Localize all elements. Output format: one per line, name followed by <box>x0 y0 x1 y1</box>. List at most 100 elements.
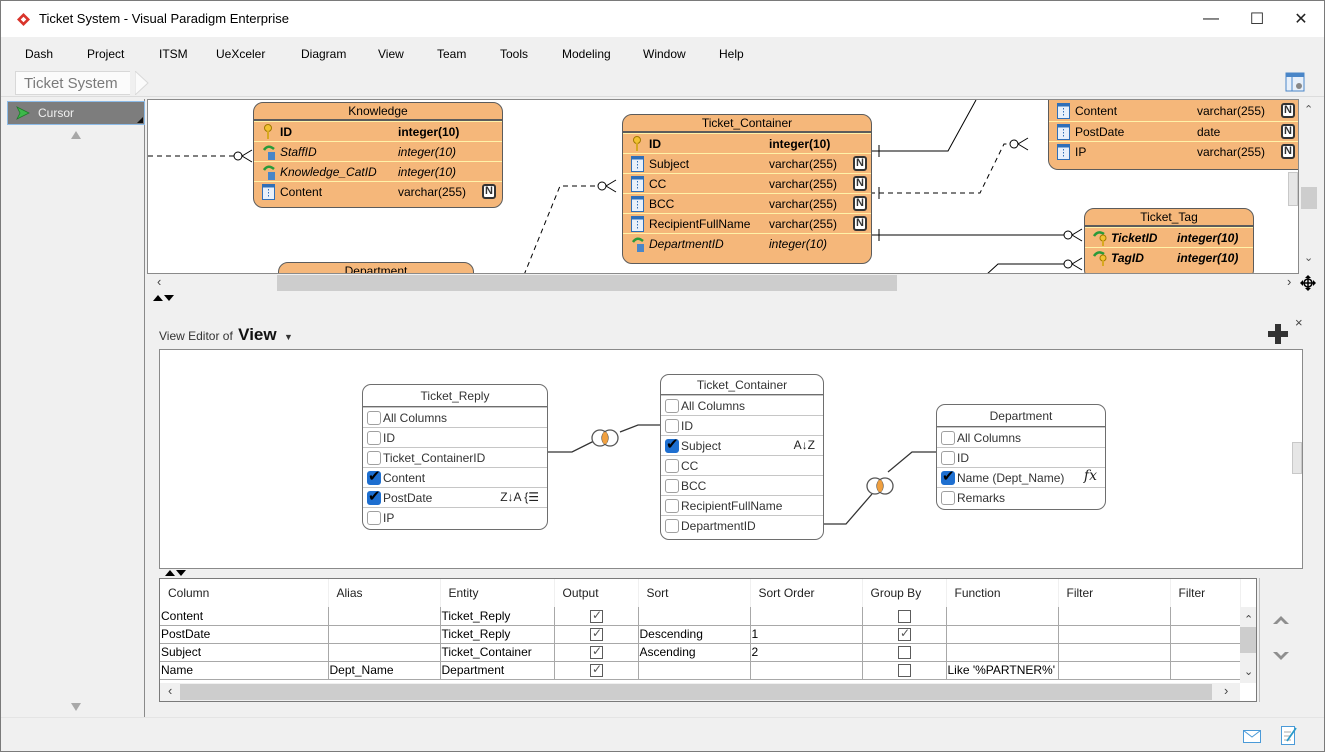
cell-function[interactable] <box>946 607 1059 626</box>
view-column-row[interactable]: All Columns <box>937 427 1105 447</box>
cell-entity[interactable]: Ticket_Container <box>440 643 555 662</box>
cell-function[interactable] <box>946 625 1059 644</box>
column-checkbox-checked[interactable] <box>665 435 679 453</box>
menu-uexceler[interactable]: UeXceler <box>216 47 265 61</box>
table-row[interactable]: Name Dept_Name Department Like '%PARTNER… <box>160 661 1241 680</box>
cell-filter[interactable] <box>1170 607 1241 626</box>
cell-filter[interactable] <box>1170 661 1241 680</box>
splitter-toggle-icon[interactable] <box>165 569 189 577</box>
cell-entity[interactable]: Ticket_Reply <box>440 607 555 626</box>
output-checkbox-checked[interactable] <box>590 626 603 642</box>
cell-filter[interactable] <box>1170 643 1241 662</box>
function-icon[interactable]: fx <box>1084 468 1097 484</box>
cell-entity[interactable]: Ticket_Reply <box>440 625 555 644</box>
view-column-row[interactable]: Content <box>363 467 547 487</box>
cell-group-by[interactable] <box>862 625 947 644</box>
view-entity-department[interactable]: Department All Columns ID Name (Dept_Nam… <box>936 404 1106 510</box>
table-row[interactable]: Subject Ticket_Container Ascending 2 <box>160 643 1241 662</box>
scroll-down-icon[interactable]: ⌄ <box>1304 251 1313 264</box>
breadcrumb-item[interactable]: Ticket System <box>15 71 130 95</box>
column-header[interactable]: Filter <box>1058 579 1171 607</box>
view-column-row[interactable]: BCC <box>661 475 823 495</box>
menu-view[interactable]: View <box>378 47 404 61</box>
column-checkbox[interactable] <box>665 479 679 493</box>
scroll-left-icon[interactable]: ‹ <box>168 683 172 698</box>
menu-diagram[interactable]: Diagram <box>301 47 346 61</box>
view-column-row[interactable]: Name (Dept_Name)fx <box>937 467 1105 487</box>
group-by-checkbox[interactable] <box>898 664 911 678</box>
diagram-vertical-scrollbar[interactable]: ⌃ ⌄ <box>1299 99 1319 274</box>
palette-scroll-down-icon[interactable] <box>71 703 81 711</box>
column-checkbox[interactable] <box>367 451 381 465</box>
column-checkbox[interactable] <box>665 519 679 533</box>
entity-knowledge[interactable]: Knowledge ID integer(10) StaffID integer… <box>253 102 503 208</box>
cell-sort[interactable] <box>638 661 751 680</box>
column-checkbox[interactable] <box>665 459 679 473</box>
entity-column[interactable]: ID integer(10) <box>254 121 502 141</box>
canvas-scroll-handle[interactable] <box>1292 442 1302 474</box>
entity-ticket-reply[interactable]: Content varchar(255) N PostDate date N I… <box>1048 100 1298 170</box>
cell-sort-order[interactable] <box>750 661 863 680</box>
notes-icon[interactable] <box>1281 726 1297 746</box>
view-column-row[interactable]: SubjectA↓Z <box>661 435 823 455</box>
menu-itsm[interactable]: ITSM <box>159 47 188 61</box>
entity-column[interactable]: Content varchar(255) N <box>1049 101 1298 121</box>
group-by-checkbox[interactable] <box>898 646 911 660</box>
column-checkbox[interactable] <box>665 419 679 433</box>
scroll-down-icon[interactable]: ⌄ <box>1244 665 1253 678</box>
view-entity-ticket-reply[interactable]: Ticket_Reply All Columns ID Ticket_Conta… <box>362 384 548 530</box>
entity-ticket-tag[interactable]: Ticket_Tag TicketID integer(10) TagID in… <box>1084 208 1254 273</box>
cell-function[interactable]: Like '%PARTNER%' <box>946 661 1059 680</box>
view-column-row[interactable]: IP <box>363 507 547 527</box>
cell-entity[interactable]: Department <box>440 661 555 680</box>
cell-filter[interactable] <box>1058 661 1171 680</box>
menu-modeling[interactable]: Modeling <box>562 47 611 61</box>
column-checkbox-checked[interactable] <box>367 487 381 505</box>
cell-sort[interactable] <box>638 607 751 626</box>
view-column-row[interactable]: Remarks <box>937 487 1105 507</box>
sort-ascending-icon[interactable]: A↓Z <box>794 438 815 452</box>
layout-toggle-icon[interactable] <box>1285 72 1305 92</box>
scroll-thumb[interactable] <box>1240 627 1256 653</box>
maximize-button[interactable]: ☐ <box>1234 1 1280 37</box>
cell-group-by[interactable] <box>862 661 947 680</box>
cell-column[interactable]: PostDate <box>160 625 329 644</box>
menu-window[interactable]: Window <box>643 47 686 61</box>
menu-team[interactable]: Team <box>437 47 466 61</box>
close-button[interactable]: ✕ <box>1278 1 1324 37</box>
column-checkbox-checked[interactable] <box>367 467 381 485</box>
view-dropdown-icon[interactable]: ▼ <box>284 332 293 342</box>
cell-alias[interactable] <box>328 625 441 644</box>
palette-scroll-up-icon[interactable] <box>71 131 81 139</box>
column-checkbox[interactable] <box>665 499 679 513</box>
mail-icon[interactable] <box>1243 730 1261 743</box>
entity-department[interactable]: Department <box>278 262 474 273</box>
cell-sort-order[interactable]: 1 <box>750 625 863 644</box>
er-diagram-canvas[interactable]: Knowledge ID integer(10) StaffID integer… <box>147 99 1299 274</box>
cell-filter[interactable] <box>1058 607 1171 626</box>
view-column-row[interactable]: Ticket_ContainerID <box>363 447 547 467</box>
view-column-row[interactable]: CC <box>661 455 823 475</box>
cell-column[interactable]: Name <box>160 661 329 680</box>
move-up-icon[interactable] <box>1273 614 1289 624</box>
entity-column[interactable]: Content varchar(255) N <box>254 181 502 201</box>
entity-column[interactable]: DepartmentID integer(10) <box>623 233 871 253</box>
join-icon[interactable] <box>591 429 619 447</box>
column-header[interactable]: Function <box>946 579 1059 607</box>
view-column-row[interactable]: DepartmentID <box>661 515 823 535</box>
cell-group-by[interactable] <box>862 607 947 626</box>
cell-output[interactable] <box>554 625 639 644</box>
menu-dash[interactable]: Dash <box>25 47 53 61</box>
view-column-row[interactable]: All Columns <box>661 395 823 415</box>
entity-column[interactable]: BCC varchar(255) N <box>623 193 871 213</box>
output-checkbox-checked[interactable] <box>590 644 603 660</box>
cell-filter[interactable] <box>1058 625 1171 644</box>
cell-filter[interactable] <box>1058 643 1171 662</box>
column-checkbox[interactable] <box>941 451 955 465</box>
cell-output[interactable] <box>554 643 639 662</box>
cell-output[interactable] <box>554 607 639 626</box>
view-column-row[interactable]: PostDateZ↓A {☰ <box>363 487 547 507</box>
column-header[interactable]: Sort Order <box>750 579 863 607</box>
view-entity-ticket-container[interactable]: Ticket_Container All Columns ID SubjectA… <box>660 374 824 540</box>
column-header[interactable]: Group By <box>862 579 947 607</box>
